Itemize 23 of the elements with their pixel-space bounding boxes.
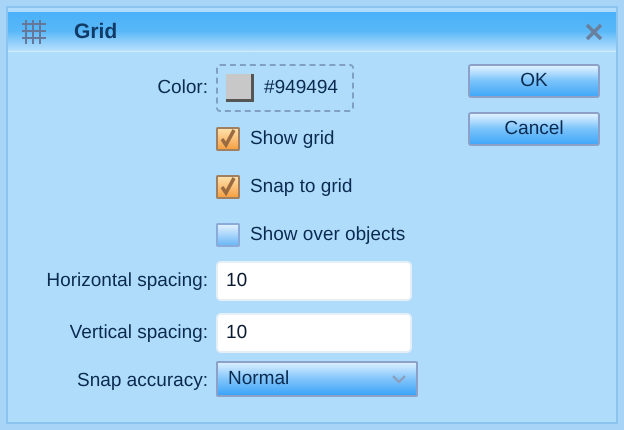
checkbox-label: Show over objects xyxy=(250,222,406,247)
color-picker[interactable]: #949494 xyxy=(216,64,354,112)
spacing-field[interactable]: 10 xyxy=(216,261,412,301)
checkbox[interactable] xyxy=(216,175,240,199)
checkbox[interactable] xyxy=(216,223,240,247)
color-label: Color: xyxy=(156,76,208,100)
checkbox[interactable] xyxy=(216,127,240,151)
close-icon[interactable] xyxy=(584,22,604,42)
checkmark-icon xyxy=(219,177,237,196)
dialog-button[interactable]: Cancel xyxy=(468,112,600,146)
window-title: Grid xyxy=(74,18,118,45)
grid-icon xyxy=(20,18,48,46)
chevron-down-icon xyxy=(392,374,406,384)
checkbox-label: Show grid xyxy=(250,126,334,151)
field-label: Horizontal spacing: xyxy=(45,268,208,293)
spacing-field[interactable]: 10 xyxy=(216,313,412,353)
field-label: Vertical spacing: xyxy=(68,320,208,345)
color-swatch xyxy=(226,74,254,102)
checkmark-icon xyxy=(219,129,237,148)
checkbox-label: Snap to grid xyxy=(250,174,352,199)
field-label: Snap accuracy: xyxy=(76,368,208,393)
accuracy-dropdown[interactable]: Normal xyxy=(216,361,418,397)
dialog-button[interactable]: OK xyxy=(468,64,600,98)
